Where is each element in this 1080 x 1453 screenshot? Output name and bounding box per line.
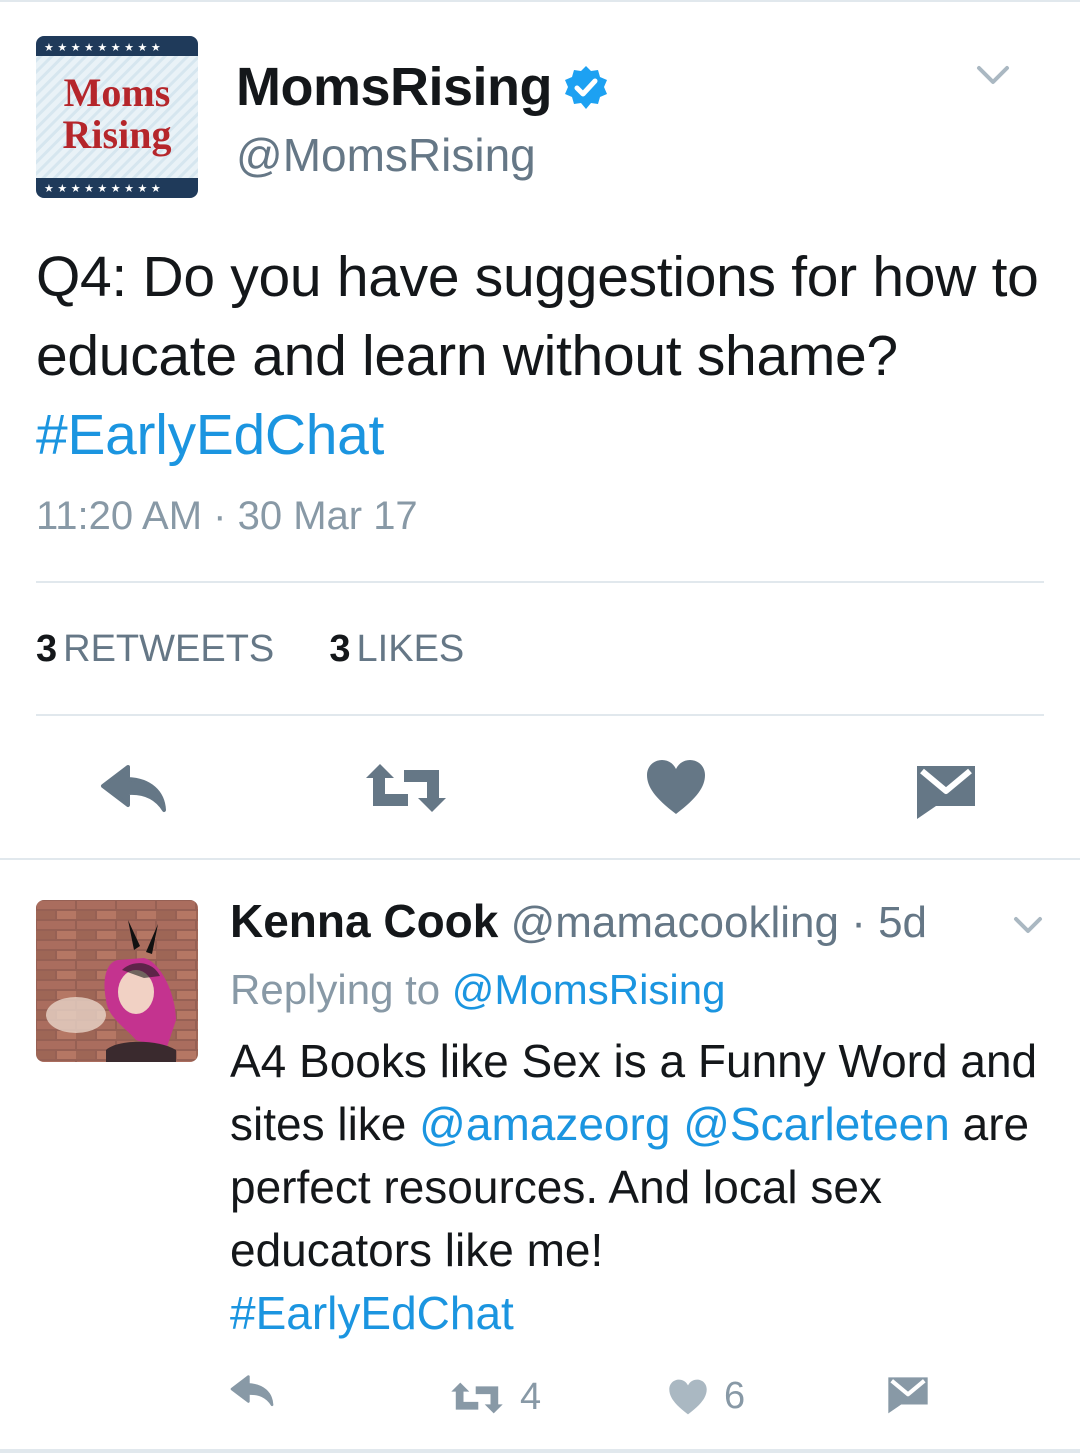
- heart-icon[interactable]: [645, 758, 707, 816]
- reply-author-handle[interactable]: @mamacookling: [511, 898, 839, 947]
- author-name[interactable]: MomsRising: [236, 56, 610, 118]
- reply-header: Kenna Cook @mamacookling · 5d: [230, 894, 927, 948]
- mention-amazeorg[interactable]: @amazeorg: [419, 1098, 670, 1150]
- replying-to-line: Replying to @MomsRising: [230, 966, 725, 1014]
- tweet-stats: 3 RETWEETS 3 LIKES: [36, 628, 464, 671]
- tweet-timestamp[interactable]: 11:20 AM · 30 Mar 17: [36, 494, 418, 539]
- author-display-name[interactable]: MomsRising: [236, 56, 553, 118]
- reply-action[interactable]: [230, 1374, 276, 1408]
- like-count: 6: [724, 1375, 746, 1417]
- author-handle[interactable]: @MomsRising: [236, 128, 536, 182]
- svg-text:★ ★ ★ ★ ★ ★ ★ ★ ★: ★ ★ ★ ★ ★ ★ ★ ★ ★: [44, 182, 161, 195]
- reply-icon[interactable]: [100, 764, 170, 814]
- verified-badge-icon: [562, 63, 610, 111]
- svg-text:Moms: Moms: [64, 70, 171, 115]
- reply-author-name[interactable]: Kenna Cook: [230, 895, 498, 947]
- reply-body: A4 Books like Sex is a Funny Word and si…: [230, 1030, 1050, 1345]
- heart-icon[interactable]: [668, 1378, 708, 1416]
- retweet-action[interactable]: 4: [450, 1376, 541, 1419]
- likes-label: LIKES: [356, 628, 465, 670]
- divider: [0, 858, 1080, 860]
- hashtag-link[interactable]: #EarlyEdChat: [230, 1287, 514, 1339]
- svg-text:★ ★ ★ ★ ★ ★ ★ ★ ★: ★ ★ ★ ★ ★ ★ ★ ★ ★: [44, 41, 161, 54]
- retweets-stat[interactable]: 3 RETWEETS: [36, 628, 274, 670]
- retweet-count: 4: [520, 1376, 542, 1418]
- retweet-icon[interactable]: [450, 1381, 504, 1415]
- hashtag-link[interactable]: #EarlyEdChat: [36, 403, 384, 467]
- momsrising-avatar[interactable]: ★ ★ ★ ★ ★ ★ ★ ★ ★ ★ ★ ★ ★ ★ ★ ★ ★ ★ Moms…: [36, 36, 198, 198]
- svg-text:Rising: Rising: [63, 112, 172, 157]
- retweets-label: RETWEETS: [63, 628, 275, 670]
- chevron-down-icon[interactable]: [1012, 914, 1044, 938]
- reply-icon[interactable]: [230, 1374, 276, 1408]
- divider: [36, 581, 1044, 583]
- tweet-body: Q4: Do you have suggestions for how to e…: [36, 238, 1046, 475]
- message-action[interactable]: [886, 1376, 930, 1414]
- retweet-count: 3: [36, 628, 58, 670]
- message-icon[interactable]: [914, 764, 978, 820]
- like-count: 3: [329, 628, 351, 670]
- message-icon[interactable]: [886, 1376, 930, 1414]
- momsrising-logo: ★ ★ ★ ★ ★ ★ ★ ★ ★ ★ ★ ★ ★ ★ ★ ★ ★ ★ Moms…: [36, 36, 198, 198]
- mention-scarleteen[interactable]: @Scarleteen: [683, 1098, 950, 1150]
- likes-stat[interactable]: 3 LIKES: [329, 628, 464, 670]
- top-divider: [0, 0, 1080, 2]
- tweet-text: Q4: Do you have suggestions for how to e…: [36, 245, 1039, 388]
- reply-age: · 5d: [851, 898, 928, 947]
- bottom-divider: [0, 1449, 1080, 1453]
- replying-to-prefix: Replying to: [230, 966, 441, 1013]
- like-action[interactable]: 6: [668, 1375, 745, 1418]
- retweet-icon[interactable]: [364, 762, 448, 814]
- divider: [36, 714, 1044, 716]
- profile-photo: [36, 900, 198, 1062]
- chevron-down-icon[interactable]: [975, 62, 1011, 90]
- kenna-cook-avatar[interactable]: [36, 900, 198, 1062]
- replying-to-mention[interactable]: @MomsRising: [452, 966, 726, 1013]
